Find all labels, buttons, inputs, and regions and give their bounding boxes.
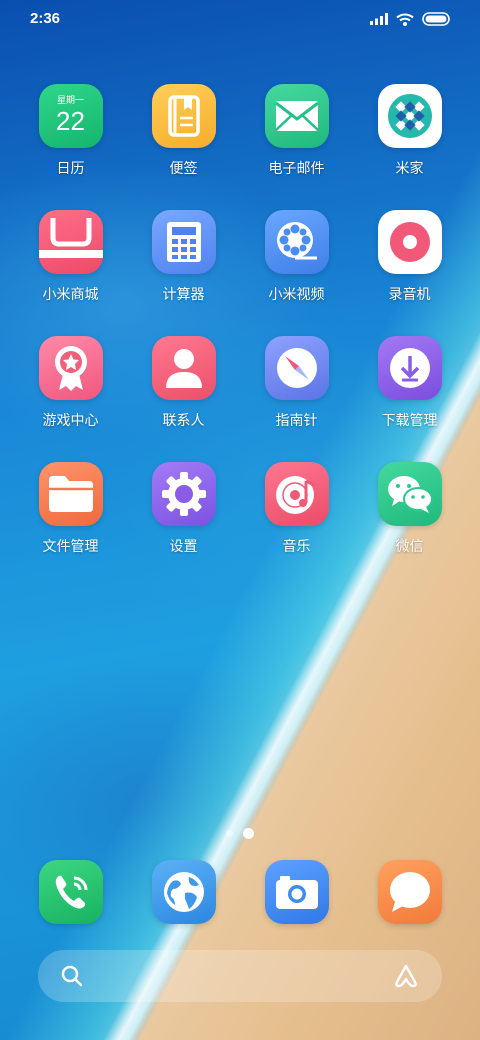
folder-icon bbox=[38, 462, 103, 526]
page-dot-current[interactable] bbox=[243, 828, 254, 839]
person-icon bbox=[151, 336, 216, 400]
phone-icon bbox=[38, 860, 103, 924]
page-indicator bbox=[0, 828, 480, 839]
dock-phone[interactable] bbox=[14, 860, 127, 924]
globe-icon bbox=[151, 860, 216, 924]
download-icon bbox=[377, 336, 442, 400]
app-label: 录音机 bbox=[388, 287, 431, 303]
wechat-icon bbox=[377, 462, 442, 526]
camera-icon bbox=[264, 860, 329, 924]
app-label: 小米视频 bbox=[268, 287, 325, 303]
shopping-bag-icon bbox=[38, 210, 103, 274]
app-label: 下载管理 bbox=[381, 413, 438, 429]
message-icon bbox=[377, 860, 442, 924]
app-label: 设置 bbox=[169, 539, 198, 555]
calendar-weekday: 星期一 bbox=[56, 96, 84, 106]
dock bbox=[14, 860, 466, 924]
record-icon bbox=[377, 210, 442, 274]
app-mi-video[interactable]: 小米视频 bbox=[240, 210, 353, 336]
app-mijia[interactable]: 米家 bbox=[353, 84, 466, 210]
signal-icon bbox=[370, 13, 388, 25]
app-notes[interactable]: 便签 bbox=[127, 84, 240, 210]
gear-icon bbox=[151, 462, 216, 526]
assistant-icon[interactable] bbox=[392, 963, 420, 989]
battery-icon bbox=[422, 12, 450, 26]
mijia-icon bbox=[377, 84, 442, 148]
notes-icon bbox=[151, 84, 216, 148]
app-settings[interactable]: 设置 bbox=[127, 462, 240, 588]
calendar-day: 22 bbox=[56, 106, 85, 136]
app-label: 电子邮件 bbox=[268, 161, 325, 177]
app-label: 微信 bbox=[395, 539, 424, 555]
app-label: 联系人 bbox=[162, 413, 205, 429]
dock-camera[interactable] bbox=[240, 860, 353, 924]
envelope-icon bbox=[264, 84, 329, 148]
compass-icon bbox=[264, 336, 329, 400]
dock-browser[interactable] bbox=[127, 860, 240, 924]
music-disc-icon bbox=[264, 462, 329, 526]
app-calculator[interactable]: 计算器 bbox=[127, 210, 240, 336]
app-grid: 星期一 22 日历 便签 电子邮件 米家 小米商城 计算器 小米视频 录音机 游… bbox=[14, 84, 466, 588]
dock-messages[interactable] bbox=[353, 860, 466, 924]
app-label: 指南针 bbox=[275, 413, 318, 429]
app-contacts[interactable]: 联系人 bbox=[127, 336, 240, 462]
app-downloads[interactable]: 下载管理 bbox=[353, 336, 466, 462]
app-mi-store[interactable]: 小米商城 bbox=[14, 210, 127, 336]
calculator-icon bbox=[151, 210, 216, 274]
award-icon bbox=[38, 336, 103, 400]
app-email[interactable]: 电子邮件 bbox=[240, 84, 353, 210]
search-bar[interactable] bbox=[38, 950, 442, 1002]
app-calendar[interactable]: 星期一 22 日历 bbox=[14, 84, 127, 210]
app-file-manager[interactable]: 文件管理 bbox=[14, 462, 127, 588]
app-label: 计算器 bbox=[162, 287, 205, 303]
app-label: 日历 bbox=[56, 161, 85, 177]
wifi-icon bbox=[396, 13, 414, 26]
page-dot[interactable] bbox=[226, 830, 233, 837]
film-reel-icon bbox=[264, 210, 329, 274]
app-compass[interactable]: 指南针 bbox=[240, 336, 353, 462]
app-recorder[interactable]: 录音机 bbox=[353, 210, 466, 336]
app-label: 米家 bbox=[395, 161, 424, 177]
app-label: 音乐 bbox=[282, 539, 311, 555]
calendar-icon: 星期一 22 bbox=[38, 84, 103, 148]
app-wechat[interactable]: 微信 bbox=[353, 462, 466, 588]
app-music[interactable]: 音乐 bbox=[240, 462, 353, 588]
app-label: 小米商城 bbox=[42, 287, 99, 303]
app-label: 便签 bbox=[169, 161, 198, 177]
app-label: 文件管理 bbox=[42, 539, 99, 555]
app-label: 游戏中心 bbox=[42, 413, 99, 429]
app-game-center[interactable]: 游戏中心 bbox=[14, 336, 127, 462]
status-time: 2:36 bbox=[30, 10, 61, 27]
status-bar: 2:36 bbox=[0, 0, 480, 40]
search-icon[interactable] bbox=[60, 964, 84, 988]
